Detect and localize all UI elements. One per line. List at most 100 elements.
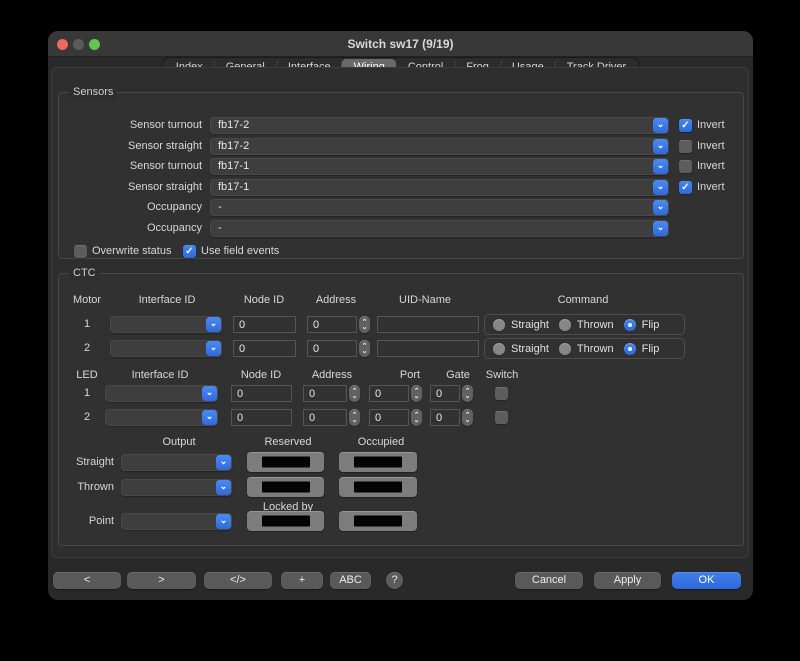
command-radio-group: Straight Thrown Flip — [484, 314, 685, 335]
invert-label: Invert — [697, 117, 725, 134]
led-gate-field[interactable] — [430, 409, 460, 426]
occupancy-row-2: Occupancy - ⌄ — [59, 220, 743, 237]
led-node-id-field[interactable] — [231, 409, 292, 426]
thrown-occupied-indicator[interactable] — [339, 477, 417, 497]
motor-interface-combobox[interactable]: ⌄ — [110, 316, 222, 333]
chevron-down-icon[interactable]: ⌄ — [206, 317, 221, 332]
apply-button[interactable]: Apply — [594, 572, 661, 589]
straight-radio-label: Straight — [511, 319, 549, 331]
help-button[interactable]: ? — [386, 572, 403, 589]
straight-radio[interactable] — [493, 319, 505, 331]
sensor-turnout-row-1: Sensor turnout fb17-2 ⌄ Invert — [59, 117, 743, 134]
chevron-down-icon[interactable]: ⌄ — [216, 455, 231, 470]
motor-node-id-field[interactable] — [233, 316, 296, 333]
motor-row-number: 1 — [77, 316, 97, 333]
row-label: Point — [59, 513, 114, 530]
thrown-status-row: Thrown ⌄ — [59, 479, 743, 499]
thrown-output-combobox[interactable]: ⌄ — [121, 479, 232, 496]
field-label: Sensor turnout — [59, 158, 202, 175]
flip-radio[interactable] — [624, 319, 636, 331]
motor-uid-name-field[interactable] — [377, 316, 479, 333]
led-node-id-field[interactable] — [231, 385, 292, 402]
thrown-radio[interactable] — [559, 343, 571, 355]
led-switch-checkbox[interactable] — [495, 411, 508, 424]
chevron-down-icon[interactable]: ⌄ — [653, 118, 668, 133]
chevron-down-icon[interactable]: ⌄ — [653, 180, 668, 195]
occupancy-row-1: Occupancy - ⌄ — [59, 199, 743, 216]
sensor-straight-combobox[interactable]: fb17-1 ⌄ — [210, 179, 669, 196]
switch-properties-dialog: Switch sw17 (9/19) Index General Interfa… — [48, 31, 753, 600]
point-locked-by-indicator[interactable] — [247, 511, 324, 531]
ok-button[interactable]: OK — [672, 572, 741, 589]
node-id-column-header: Node ID — [244, 294, 284, 306]
address-stepper[interactable]: ⌃⌄ — [359, 340, 370, 357]
use-field-events-checkbox[interactable] — [183, 245, 196, 258]
xml-button[interactable]: </> — [204, 572, 272, 589]
led-row-number: 2 — [77, 409, 97, 426]
invert-checkbox[interactable] — [679, 140, 692, 153]
straight-reserved-indicator[interactable] — [247, 452, 324, 472]
straight-radio[interactable] — [493, 343, 505, 355]
led-row-2: 2 ⌄ ⌃⌄ ⌃⌄ ⌃⌄ — [59, 409, 743, 426]
chevron-down-icon[interactable]: ⌄ — [653, 221, 668, 236]
sensor-turnout-combobox[interactable]: fb17-2 ⌄ — [210, 117, 669, 134]
address-stepper[interactable]: ⌃⌄ — [349, 409, 360, 426]
led-address-field[interactable] — [303, 385, 347, 402]
ctc-group-label: CTC — [69, 267, 100, 280]
straight-occupied-indicator[interactable] — [339, 452, 417, 472]
sensor-straight-combobox[interactable]: fb17-2 ⌄ — [210, 138, 669, 155]
occupancy-combobox[interactable]: - ⌄ — [210, 199, 669, 216]
motor-address-field[interactable] — [307, 316, 357, 333]
next-button[interactable]: > — [127, 572, 196, 589]
motor-node-id-field[interactable] — [233, 340, 296, 357]
color-swatch — [262, 516, 310, 527]
led-port-field[interactable] — [369, 385, 409, 402]
point-output-combobox[interactable]: ⌄ — [121, 513, 232, 530]
motor-interface-combobox[interactable]: ⌄ — [110, 340, 222, 357]
sensor-turnout-combobox[interactable]: fb17-1 ⌄ — [210, 158, 669, 175]
led-interface-combobox[interactable]: ⌄ — [105, 385, 218, 402]
chevron-down-icon[interactable]: ⌄ — [653, 200, 668, 215]
thrown-reserved-indicator[interactable] — [247, 477, 324, 497]
previous-button[interactable]: < — [53, 572, 121, 589]
chevron-down-icon[interactable]: ⌄ — [653, 159, 668, 174]
abc-button[interactable]: ABC — [330, 572, 371, 589]
motor-row-1: 1 ⌄ ⌃⌄ Straight Thrown F — [59, 316, 743, 333]
straight-output-combobox[interactable]: ⌄ — [121, 454, 232, 471]
led-switch-checkbox[interactable] — [495, 387, 508, 400]
led-interface-combobox[interactable]: ⌄ — [105, 409, 218, 426]
chevron-down-icon[interactable]: ⌄ — [653, 139, 668, 154]
chevron-down-icon[interactable]: ⌄ — [216, 514, 231, 529]
combobox-value: fb17-2 — [218, 117, 249, 134]
motor-address-field[interactable] — [307, 340, 357, 357]
invert-checkbox[interactable] — [679, 181, 692, 194]
occupancy-combobox[interactable]: - ⌄ — [210, 220, 669, 237]
gate-stepper[interactable]: ⌃⌄ — [462, 385, 473, 402]
cancel-button[interactable]: Cancel — [515, 572, 583, 589]
field-label: Occupancy — [59, 220, 202, 237]
occupied-column-header: Occupied — [358, 436, 404, 448]
address-stepper[interactable]: ⌃⌄ — [359, 316, 370, 333]
led-gate-field[interactable] — [430, 385, 460, 402]
flip-radio[interactable] — [624, 343, 636, 355]
invert-checkbox[interactable] — [679, 160, 692, 173]
straight-radio-label: Straight — [511, 343, 549, 355]
thrown-radio[interactable] — [559, 319, 571, 331]
point-occupied-indicator[interactable] — [339, 511, 417, 531]
chevron-down-icon[interactable]: ⌄ — [206, 341, 221, 356]
chevron-down-icon[interactable]: ⌄ — [202, 410, 217, 425]
row-label: Thrown — [59, 479, 114, 496]
led-port-field[interactable] — [369, 409, 409, 426]
gate-stepper[interactable]: ⌃⌄ — [462, 409, 473, 426]
port-stepper[interactable]: ⌃⌄ — [411, 385, 422, 402]
overwrite-status-checkbox[interactable] — [74, 245, 87, 258]
motor-uid-name-field[interactable] — [377, 340, 479, 357]
led-address-field[interactable] — [303, 409, 347, 426]
port-stepper[interactable]: ⌃⌄ — [411, 409, 422, 426]
address-stepper[interactable]: ⌃⌄ — [349, 385, 360, 402]
title-bar[interactable]: Switch sw17 (9/19) — [48, 31, 753, 57]
invert-checkbox[interactable] — [679, 119, 692, 132]
chevron-down-icon[interactable]: ⌄ — [216, 480, 231, 495]
chevron-down-icon[interactable]: ⌄ — [202, 386, 217, 401]
add-button[interactable]: + — [281, 572, 323, 589]
